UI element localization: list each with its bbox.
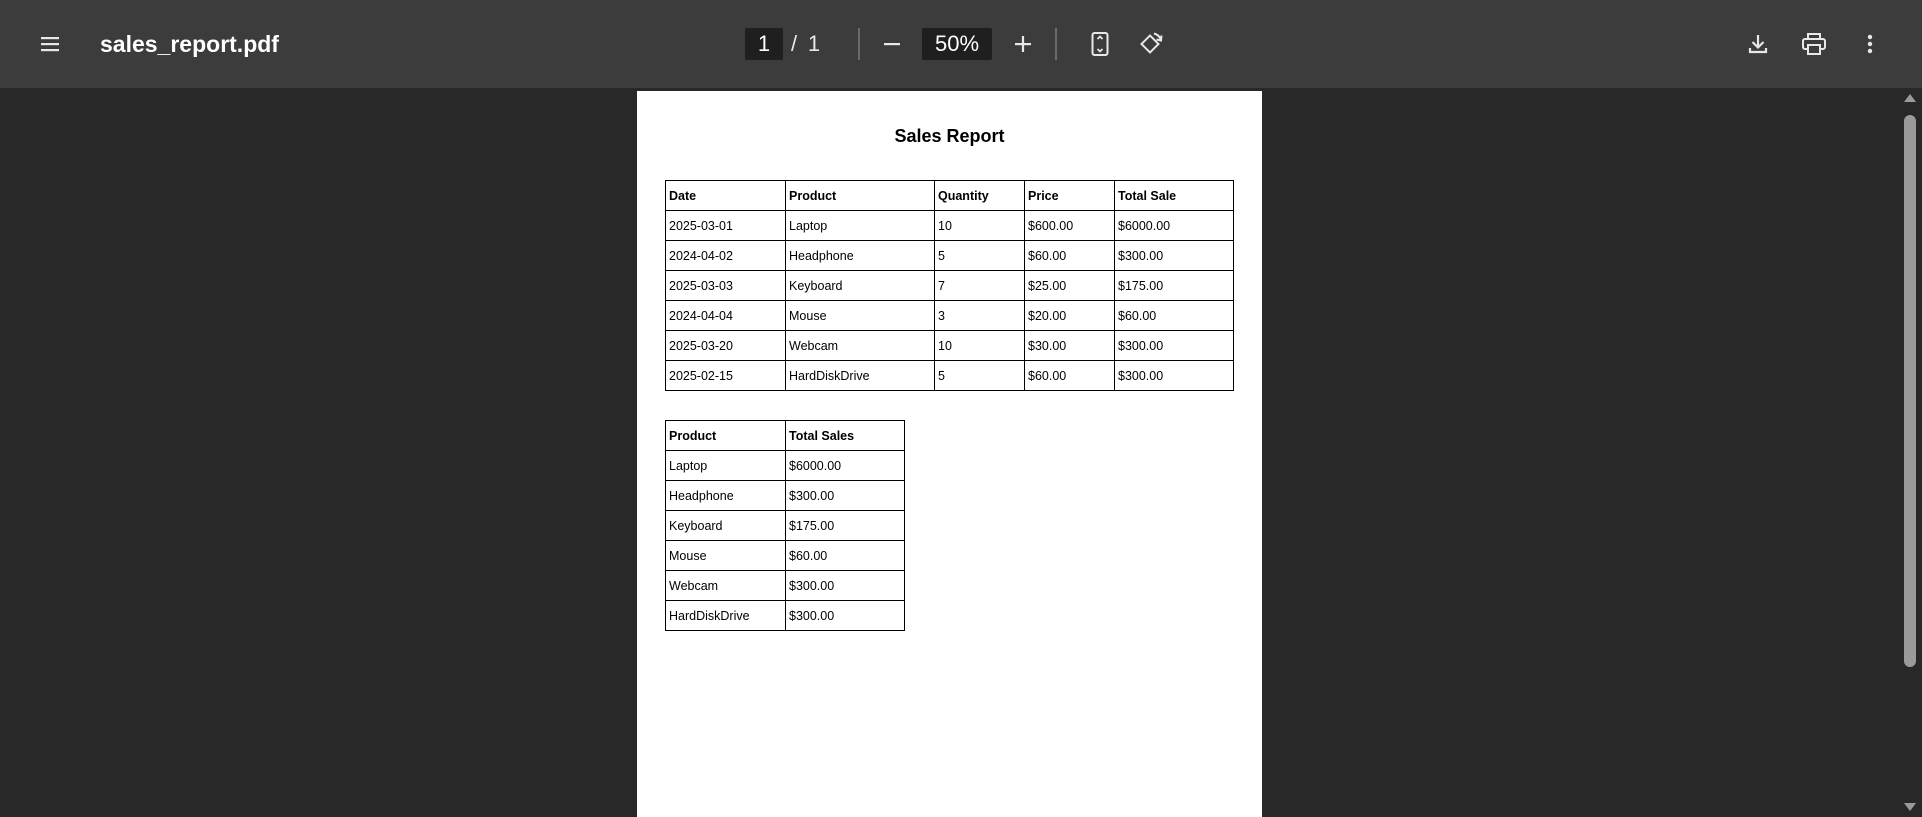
table-cell: 5 — [934, 240, 1025, 271]
sales-table: Date Product Quantity Price Total Sale 2… — [665, 180, 1234, 391]
table-cell: 3 — [934, 300, 1025, 331]
scroll-up-arrow[interactable] — [1904, 94, 1916, 102]
table-row: Keyboard $175.00 — [665, 510, 905, 541]
document-title: sales_report.pdf — [100, 30, 279, 57]
table-cell: 2024-04-04 — [665, 300, 786, 331]
fit-to-page-button[interactable] — [1080, 24, 1120, 64]
pdf-page: Sales Report Date Product Quantity Price… — [637, 91, 1262, 817]
table-cell: Webcam — [785, 330, 935, 361]
print-button[interactable] — [1794, 24, 1834, 64]
table-cell: $300.00 — [785, 600, 905, 631]
table-cell: HardDiskDrive — [665, 600, 786, 631]
table-cell: 2024-04-02 — [665, 240, 786, 271]
report-title: Sales Report — [894, 126, 1005, 146]
table-cell: $6000.00 — [785, 450, 905, 481]
print-icon — [1802, 33, 1826, 55]
column-header: Product — [665, 420, 786, 451]
zoom-out-button[interactable] — [872, 24, 912, 64]
summary-table: Product Total Sales Laptop $6000.00 Head… — [665, 420, 905, 631]
page-number-input[interactable]: 1 — [745, 28, 783, 60]
table-cell: $60.00 — [785, 540, 905, 571]
toolbar-divider — [1055, 28, 1057, 60]
table-cell: 10 — [934, 330, 1025, 361]
table-cell: $60.00 — [1024, 240, 1115, 271]
table-cell: 2025-03-03 — [665, 270, 786, 301]
fit-to-page-icon — [1091, 32, 1109, 56]
column-header: Price — [1024, 180, 1115, 211]
pdf-toolbar: sales_report.pdf 1 / 1 50% — [0, 0, 1922, 88]
table-row: Laptop $6000.00 — [665, 450, 905, 481]
table-cell: 10 — [934, 210, 1025, 241]
table-cell: Webcam — [665, 570, 786, 601]
table-cell: $60.00 — [1024, 360, 1115, 391]
table-row: 2025-02-15 HardDiskDrive 5 $60.00 $300.0… — [665, 360, 1234, 391]
document-viewer[interactable]: Sales Report Date Product Quantity Price… — [0, 88, 1898, 817]
table-row: 2025-03-20 Webcam 10 $30.00 $300.00 — [665, 330, 1234, 361]
table-cell: 5 — [934, 360, 1025, 391]
table-cell: $300.00 — [785, 480, 905, 511]
table-cell: $300.00 — [1114, 360, 1234, 391]
table-cell: 7 — [934, 270, 1025, 301]
table-cell: Headphone — [665, 480, 786, 511]
vertical-scrollbar[interactable] — [1898, 88, 1922, 817]
rotate-icon — [1140, 32, 1163, 54]
table-cell: 2025-03-20 — [665, 330, 786, 361]
table-cell: Laptop — [785, 210, 935, 241]
table-cell: Keyboard — [665, 510, 786, 541]
download-icon — [1748, 35, 1768, 54]
rotate-button[interactable] — [1130, 24, 1170, 64]
column-header: Product — [785, 180, 935, 211]
table-cell: Mouse — [665, 540, 786, 571]
table-row: 2024-04-04 Mouse 3 $20.00 $60.00 — [665, 300, 1234, 331]
zoom-in-button[interactable] — [1003, 24, 1043, 64]
table-cell: $600.00 — [1024, 210, 1115, 241]
table-cell: HardDiskDrive — [785, 360, 935, 391]
table-row: 2024-04-02 Headphone 5 $60.00 $300.00 — [665, 240, 1234, 271]
table-cell: $6000.00 — [1114, 210, 1234, 241]
table-row: Webcam $300.00 — [665, 570, 905, 601]
column-header: Date — [665, 180, 786, 211]
menu-icon — [41, 37, 59, 52]
more-vertical-icon — [1867, 34, 1873, 54]
zoom-level-input[interactable]: 50% — [922, 28, 992, 60]
table-cell: $300.00 — [1114, 330, 1234, 361]
table-cell: $60.00 — [1114, 300, 1234, 331]
minus-icon — [884, 43, 900, 46]
table-cell: $25.00 — [1024, 270, 1115, 301]
scrollbar-thumb[interactable] — [1904, 115, 1916, 667]
table-cell: $175.00 — [1114, 270, 1234, 301]
more-options-button[interactable] — [1850, 24, 1890, 64]
table-header-row: Date Product Quantity Price Total Sale — [665, 180, 1234, 211]
page-total: 1 — [807, 31, 821, 56]
table-row: Mouse $60.00 — [665, 540, 905, 571]
table-cell: Keyboard — [785, 270, 935, 301]
table-cell: $175.00 — [785, 510, 905, 541]
column-header: Quantity — [934, 180, 1025, 211]
column-header: Total Sale — [1114, 180, 1234, 211]
table-header-row: Product Total Sales — [665, 420, 905, 451]
table-row: 2025-03-03 Keyboard 7 $25.00 $175.00 — [665, 270, 1234, 301]
scroll-down-arrow[interactable] — [1904, 803, 1916, 811]
table-cell: $20.00 — [1024, 300, 1115, 331]
download-button[interactable] — [1738, 24, 1778, 64]
table-cell: Headphone — [785, 240, 935, 271]
menu-button[interactable] — [30, 24, 70, 64]
plus-icon — [1015, 36, 1031, 52]
toolbar-divider — [858, 28, 860, 60]
table-row: 2025-03-01 Laptop 10 $600.00 $6000.00 — [665, 210, 1234, 241]
table-row: HardDiskDrive $300.00 — [665, 600, 905, 631]
table-cell: $30.00 — [1024, 330, 1115, 361]
table-row: Headphone $300.00 — [665, 480, 905, 511]
table-cell: $300.00 — [785, 570, 905, 601]
table-cell: $300.00 — [1114, 240, 1234, 271]
column-header: Total Sales — [785, 420, 905, 451]
table-cell: Laptop — [665, 450, 786, 481]
table-cell: 2025-03-01 — [665, 210, 786, 241]
table-cell: Mouse — [785, 300, 935, 331]
table-cell: 2025-02-15 — [665, 360, 786, 391]
